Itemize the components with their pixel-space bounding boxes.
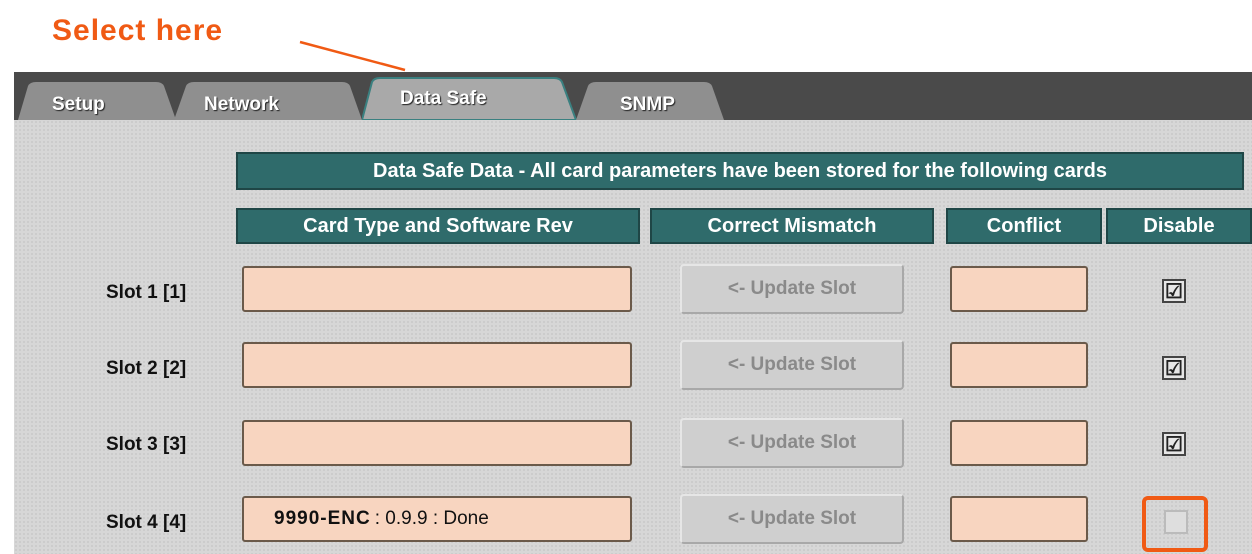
slot-2-conflict-field[interactable] xyxy=(950,342,1088,388)
data-safe-panel: Data Safe Data - All card parameters hav… xyxy=(14,120,1252,554)
slot-4-conflict-field[interactable] xyxy=(950,496,1088,542)
tab-data-safe[interactable]: Data Safe xyxy=(362,76,578,120)
select-here-annotation: Select here xyxy=(52,14,224,47)
slot-3-conflict-field[interactable] xyxy=(950,420,1088,466)
slot-2-card-field[interactable] xyxy=(242,342,632,388)
slot-1-card-field[interactable] xyxy=(242,266,632,312)
tab-bar: Setup Network Data Safe SNMP xyxy=(14,72,1252,120)
check-icon: ☑ xyxy=(1165,434,1183,456)
slot-3-card-field[interactable] xyxy=(242,420,632,466)
column-header-correct-mismatch: Correct Mismatch xyxy=(650,208,934,244)
tab-setup[interactable]: Setup xyxy=(18,80,178,120)
slot-3-update-button[interactable]: <- Update Slot xyxy=(680,418,904,468)
slot-1-label: Slot 1 [1] xyxy=(106,282,187,303)
slot-4-card-field[interactable]: 9990-ENC: 0.9.9 : Done xyxy=(242,496,632,542)
slot-1-conflict-field[interactable] xyxy=(950,266,1088,312)
panel-title: Data Safe Data - All card parameters hav… xyxy=(236,152,1244,190)
tab-snmp[interactable]: SNMP xyxy=(576,80,726,120)
slot-4-update-button[interactable]: <- Update Slot xyxy=(680,494,904,544)
slot-2-label: Slot 2 [2] xyxy=(106,358,187,379)
slot-1-disable-checkbox[interactable]: ☑ xyxy=(1162,279,1186,303)
slot-3-label: Slot 3 [3] xyxy=(106,434,187,455)
check-icon: ☑ xyxy=(1165,358,1183,380)
column-header-card-type: Card Type and Software Rev xyxy=(236,208,640,244)
slot-2-disable-checkbox[interactable]: ☑ xyxy=(1162,356,1186,380)
slot-1-update-button[interactable]: <- Update Slot xyxy=(680,264,904,314)
tab-network[interactable]: Network xyxy=(174,80,364,120)
column-header-disable: Disable xyxy=(1106,208,1252,244)
slot-4-label: Slot 4 [4] xyxy=(106,512,187,533)
check-icon: ☑ xyxy=(1165,281,1183,303)
slot-3-disable-checkbox[interactable]: ☑ xyxy=(1162,432,1186,456)
slot-2-update-button[interactable]: <- Update Slot xyxy=(680,340,904,390)
highlight-box xyxy=(1142,496,1208,552)
column-header-conflict: Conflict xyxy=(946,208,1102,244)
